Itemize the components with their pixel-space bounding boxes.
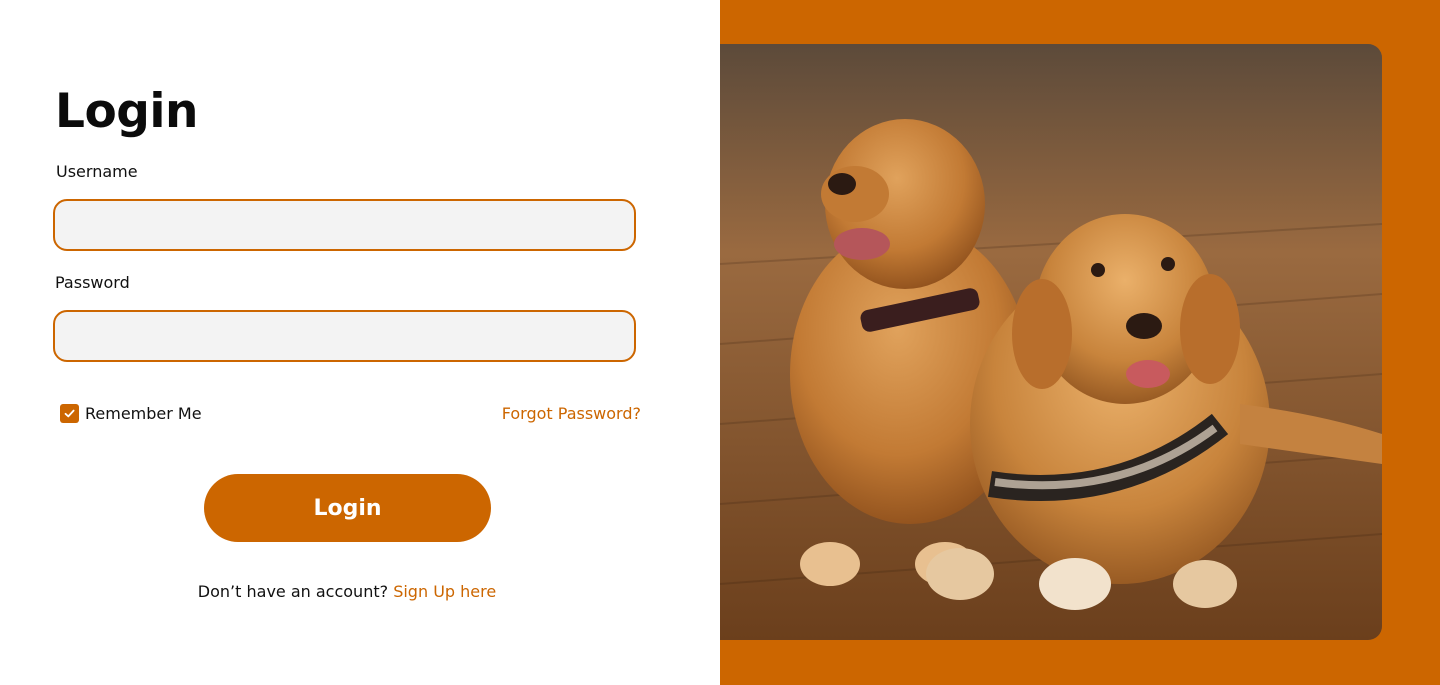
- password-label: Password: [55, 273, 130, 292]
- remember-me-label: Remember Me: [85, 404, 202, 423]
- signup-row: Don’t have an account? Sign Up here: [0, 582, 694, 601]
- username-label: Username: [56, 162, 138, 181]
- check-icon[interactable]: [60, 404, 79, 423]
- login-button[interactable]: Login: [204, 474, 491, 542]
- login-panel: Login Username Password Remember Me Forg…: [0, 0, 720, 685]
- password-field[interactable]: [53, 310, 636, 362]
- username-field[interactable]: [53, 199, 636, 251]
- signup-prompt: Don’t have an account?: [197, 582, 389, 601]
- forgot-password-link[interactable]: Forgot Password?: [502, 404, 641, 423]
- remember-me-checkbox[interactable]: Remember Me: [60, 404, 202, 423]
- page-title: Login: [55, 84, 198, 139]
- login-page: Login Username Password Remember Me Forg…: [0, 0, 1440, 685]
- hero-dog-photo: [720, 44, 1382, 640]
- hero-panel: [720, 0, 1440, 685]
- signup-link[interactable]: Sign Up here: [393, 582, 496, 601]
